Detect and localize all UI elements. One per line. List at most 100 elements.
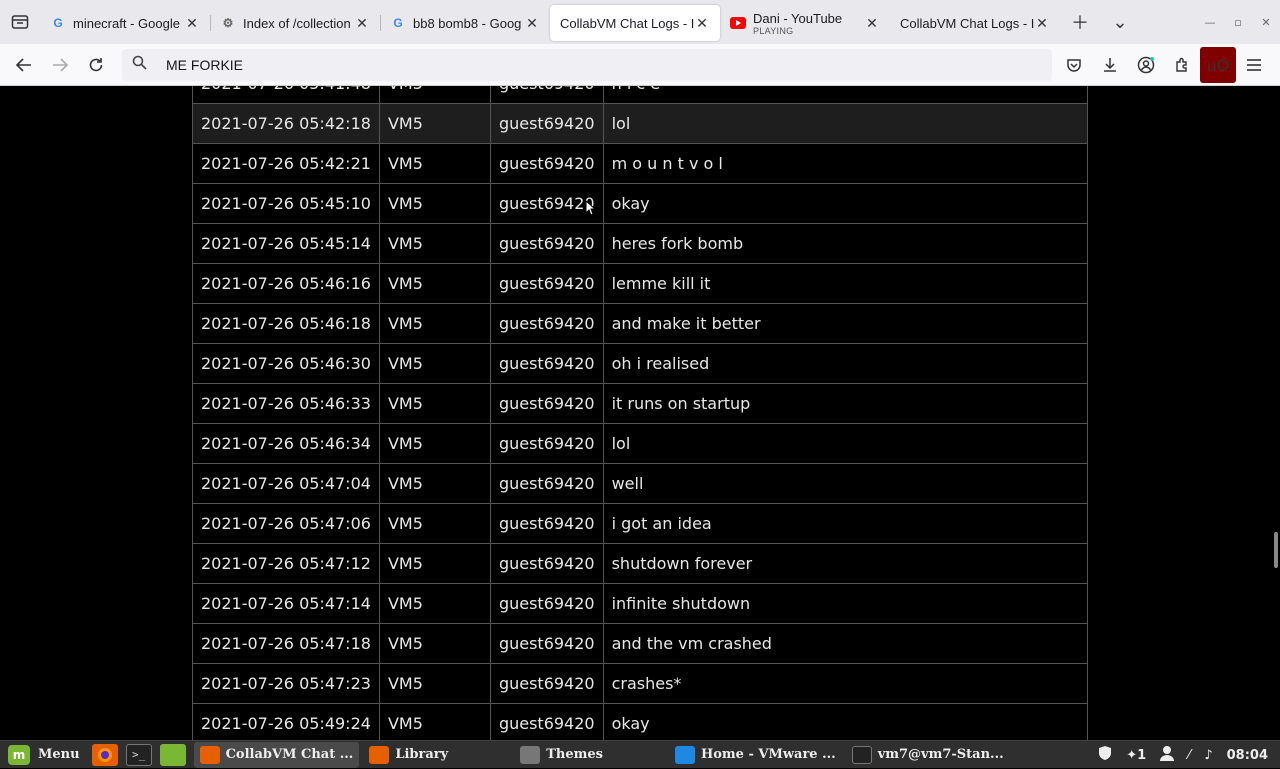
firefox-launcher-icon[interactable] xyxy=(91,743,118,766)
timestamp-cell: 2021-07-26 05:46:18 xyxy=(192,303,380,344)
table-row: 2021-07-26 05:47:18 VM5 guest69420 and the … xyxy=(192,623,1089,664)
window-title: CollabVM Chat ... xyxy=(225,747,354,762)
username-cell: guest69420 xyxy=(489,383,604,424)
forward-button[interactable] xyxy=(42,47,78,83)
volume-icon[interactable]: ♪ xyxy=(1204,748,1212,763)
vm-cell: VM5 xyxy=(378,703,491,740)
terminal-launcher-icon[interactable]: >_ xyxy=(125,743,152,766)
back-button[interactable] xyxy=(6,47,42,83)
url-bar[interactable] xyxy=(122,48,1052,81)
search-icon xyxy=(132,55,156,74)
username-cell: guest69420 xyxy=(489,423,604,464)
table-row: 2021-07-26 05:46:16 VM5 guest69420 lemme ki… xyxy=(192,263,1089,304)
table-row: 2021-07-26 05:46:30 VM5 guest69420 oh i rea… xyxy=(192,343,1089,384)
network-icon[interactable]: ⁄ xyxy=(1188,748,1190,763)
taskbar-window-vmware[interactable]: Home - VMware ... xyxy=(669,742,842,768)
timestamp-cell: 2021-07-26 05:49:24 xyxy=(192,703,380,740)
files-launcher-icon[interactable] xyxy=(159,743,186,766)
timestamp-cell: 2021-07-26 05:46:33 xyxy=(192,383,380,424)
navigation-bar: uO xyxy=(0,44,1280,86)
tab-minecraft[interactable]: G minecraft - Google ✕ xyxy=(40,5,211,41)
chat-log-table: 2021-07-26 05:41:48VM5guest69420n i c e2… xyxy=(192,86,1089,740)
account-icon[interactable] xyxy=(1128,47,1164,83)
message-cell: i got an idea xyxy=(602,503,1089,544)
window-controls: — ▫ ✕ xyxy=(1196,0,1280,44)
close-tab-icon[interactable]: ✕ xyxy=(864,15,880,32)
vm-cell: VM5 xyxy=(378,663,491,704)
message-cell: and the vm crashed xyxy=(602,623,1089,664)
hamburger-menu-icon[interactable] xyxy=(1236,47,1272,83)
scrollbar-thumb[interactable] xyxy=(1274,532,1278,568)
tab-title: minecraft - Google xyxy=(73,15,180,31)
table-row: 2021-07-26 05:49:24 VM5 guest69420 okay xyxy=(192,703,1089,740)
pocket-icon[interactable] xyxy=(1056,47,1092,83)
user-icon[interactable] xyxy=(1160,745,1175,765)
maximize-icon[interactable]: ▫ xyxy=(1224,16,1252,29)
page-icon: ⚙ xyxy=(222,16,234,30)
tab-dani-youtube[interactable]: Dani - YouTube PLAYING ✕ xyxy=(720,5,890,41)
table-row: 2021-07-26 05:42:21 VM5 guest69420 m o u n … xyxy=(192,143,1089,184)
taskbar-window-terminal[interactable]: vm7@vm7-Stan... xyxy=(846,742,1010,768)
ublock-origin-icon[interactable]: uO xyxy=(1200,47,1236,83)
taskbar-window-library[interactable]: Library xyxy=(363,742,454,768)
message-cell: infinite shutdown xyxy=(602,583,1089,624)
timestamp-cell: 2021-07-26 05:41:48 xyxy=(192,86,380,104)
timestamp-cell: 2021-07-26 05:45:10 xyxy=(192,183,380,224)
username-cell: guest69420 xyxy=(489,143,604,184)
google-icon: G xyxy=(53,16,63,30)
username-cell: guest69420 xyxy=(489,303,604,344)
tab-bar: G minecraft - Google ✕ ⚙ Index of /colle… xyxy=(0,0,1280,44)
vm-cell: VM5 xyxy=(378,223,491,264)
system-tray: ✦1 ⁄ ♪ 08:04 xyxy=(1091,741,1280,769)
username-cell: guest69420 xyxy=(489,223,604,264)
page-content: 2021-07-26 05:41:48VM5guest69420n i c e2… xyxy=(0,86,1280,740)
close-tab-icon[interactable]: ✕ xyxy=(1034,15,1050,32)
tab-title: CollabVM Chat Logs - I xyxy=(900,15,1034,31)
close-window-icon[interactable]: ✕ xyxy=(1252,16,1280,29)
youtube-icon xyxy=(730,15,746,31)
shield-icon[interactable] xyxy=(1098,745,1112,765)
extensions-icon[interactable] xyxy=(1164,47,1200,83)
tab-collabvm-chat-logs-2[interactable]: CollabVM Chat Logs - I ✕ xyxy=(890,5,1060,41)
notifications-count: 1 xyxy=(1137,747,1147,763)
tab-collabvm-chat-logs-active[interactable]: CollabVM Chat Logs - I ✕ xyxy=(550,5,720,41)
username-cell: guest69420 xyxy=(489,583,604,624)
notifications-icon[interactable]: ✦1 xyxy=(1126,748,1146,763)
timestamp-cell: 2021-07-26 05:47:23 xyxy=(192,663,380,704)
downloads-icon[interactable] xyxy=(1092,47,1128,83)
vm-cell: VM5 xyxy=(378,423,491,464)
tab-list-icon xyxy=(11,15,29,29)
username-cell: guest69420 xyxy=(489,86,604,104)
message-cell: okay xyxy=(602,703,1089,740)
new-tab-button[interactable]: ＋ xyxy=(1060,0,1100,44)
taskbar-window-themes[interactable]: Themes xyxy=(514,742,609,768)
google-icon: G xyxy=(393,16,403,30)
vm-cell: VM5 xyxy=(378,143,491,184)
timestamp-cell: 2021-07-26 05:46:34 xyxy=(192,423,380,464)
vm-cell: VM5 xyxy=(378,583,491,624)
table-row: 2021-07-26 05:46:34 VM5 guest69420 lol xyxy=(192,423,1089,464)
vm-cell: VM5 xyxy=(378,263,491,304)
taskbar-window-collabvm[interactable]: CollabVM Chat ... xyxy=(193,741,360,768)
timestamp-cell: 2021-07-26 05:47:04 xyxy=(192,463,380,504)
tab-bb8-bomb8[interactable]: G bb8 bomb8 - Goog ✕ xyxy=(380,5,550,41)
close-tab-icon[interactable]: ✕ xyxy=(524,15,540,32)
vm-cell: VM5 xyxy=(378,503,491,544)
url-input[interactable] xyxy=(166,56,1026,73)
reload-button[interactable] xyxy=(78,47,114,83)
timestamp-cell: 2021-07-26 05:45:14 xyxy=(192,223,380,264)
chevron-down-icon[interactable]: ⌄ xyxy=(1100,0,1140,44)
list-all-tabs-button[interactable] xyxy=(0,0,40,44)
tab-index-of-collection[interactable]: ⚙ Index of /collection ✕ xyxy=(210,5,381,41)
window-title: Library xyxy=(395,747,449,762)
table-row: 2021-07-26 05:41:48VM5guest69420n i c e xyxy=(192,86,1089,104)
close-tab-icon[interactable]: ✕ xyxy=(694,15,710,32)
close-tab-icon[interactable]: ✕ xyxy=(354,15,370,32)
start-menu-button[interactable]: m Menu xyxy=(0,741,88,769)
message-cell: m o u n t v o l xyxy=(602,143,1089,184)
message-cell: oh i realised xyxy=(602,343,1089,384)
clock[interactable]: 08:04 xyxy=(1227,748,1268,763)
message-cell: crashes* xyxy=(602,663,1089,704)
close-tab-icon[interactable]: ✕ xyxy=(184,15,200,32)
minimize-icon[interactable]: — xyxy=(1196,16,1224,29)
